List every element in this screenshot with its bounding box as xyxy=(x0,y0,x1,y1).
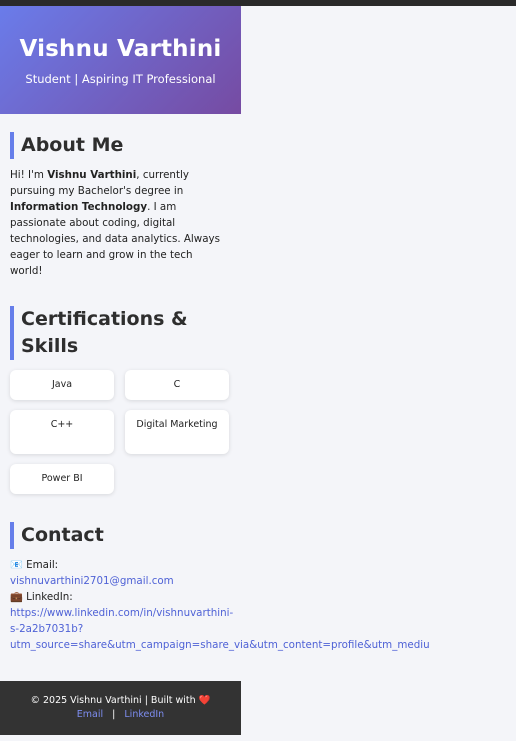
contact-details: 📧 Email: vishnuvarthini2701@gmail.com 💼 … xyxy=(10,557,516,653)
skill-card-digital-marketing: Digital Marketing xyxy=(125,410,229,454)
tagline: Student | Aspiring IT Professional xyxy=(25,72,216,86)
footer-links: Email | LinkedIn xyxy=(0,709,241,720)
email-row: 📧 Email: xyxy=(10,557,516,573)
skill-card-power-bi: Power BI xyxy=(10,464,114,494)
footer-linkedin-link[interactable]: LinkedIn xyxy=(124,709,164,720)
linkedin-link-line-3[interactable]: utm_source=share&utm_campaign=share_via&… xyxy=(10,639,430,651)
email-icon: 📧 xyxy=(10,559,23,571)
page-header: Vishnu Varthini Student | Aspiring IT Pr… xyxy=(0,6,241,114)
linkedin-row: 💼 LinkedIn: xyxy=(10,589,516,605)
about-text-1: Hi! I'm xyxy=(10,169,48,181)
skill-card-cpp: C++ xyxy=(10,410,114,454)
skills-grid: Java C C++ Digital Marketing Power BI xyxy=(10,370,240,494)
email-link[interactable]: vishnuvarthini2701@gmail.com xyxy=(10,575,174,587)
about-section: About Me Hi! I'm Vishnu Varthini, curren… xyxy=(10,132,220,279)
linkedin-link-line-1[interactable]: https://www.linkedin.com/in/vishnuvarthi… xyxy=(10,607,233,619)
about-title: About Me xyxy=(10,132,221,159)
about-name: Vishnu Varthini xyxy=(47,169,137,181)
linkedin-label: LinkedIn: xyxy=(26,591,73,603)
footer-separator: | xyxy=(112,709,116,720)
footer-email-link[interactable]: Email xyxy=(77,709,103,720)
skill-card-c: C xyxy=(125,370,229,400)
footer-copyright-row: © 2025 Vishnu Varthini | Built with ❤️ xyxy=(0,695,241,706)
contact-title: Contact xyxy=(10,522,221,549)
email-label: Email: xyxy=(26,559,59,571)
linkedin-link-line-2[interactable]: s-2a2b7031b? xyxy=(10,623,83,635)
footer-copyright: © 2025 Vishnu Varthini | Built with xyxy=(30,695,196,706)
certifications-title: Certifications & Skills xyxy=(10,306,221,360)
heart-icon: ❤️ xyxy=(198,695,211,706)
contact-section: Contact 📧 Email: vishnuvarthini2701@gmai… xyxy=(10,522,516,653)
about-text: Hi! I'm Vishnu Varthini, currently pursu… xyxy=(10,167,220,279)
page-footer: © 2025 Vishnu Varthini | Built with ❤️ E… xyxy=(0,681,241,735)
about-degree: Information Technology xyxy=(10,201,148,213)
certifications-section: Certifications & Skills Java C C++ Digit… xyxy=(10,306,240,494)
skill-card-java: Java xyxy=(10,370,114,400)
page-title: Vishnu Varthini xyxy=(19,36,222,62)
briefcase-icon: 💼 xyxy=(10,591,23,603)
